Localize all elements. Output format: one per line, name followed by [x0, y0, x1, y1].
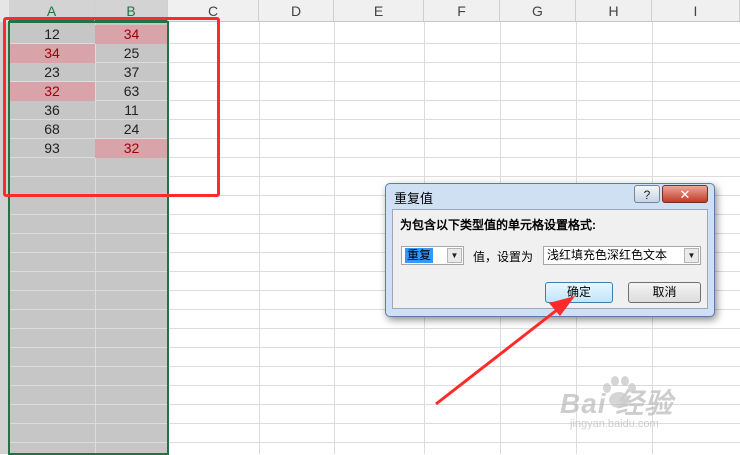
- value-label: 值，设置为: [473, 250, 534, 264]
- grid-line: [334, 22, 335, 454]
- watermark-url: jingyan.baidu.com: [570, 418, 659, 430]
- type-select[interactable]: 重复 ▼: [401, 246, 464, 265]
- watermark-brand: Bai 经验: [560, 388, 674, 419]
- column-header-i[interactable]: I: [652, 0, 740, 22]
- help-button[interactable]: ?: [634, 185, 660, 203]
- format-select[interactable]: 浅红填充色深红色文本 ▼: [543, 246, 701, 265]
- dialog-prompt: 为包含以下类型值的单元格设置格式:: [400, 218, 596, 232]
- grid-line: [9, 442, 740, 443]
- close-button[interactable]: ✕: [662, 185, 708, 203]
- grid-line: [259, 22, 260, 454]
- dialog-body: 为包含以下类型值的单元格设置格式: 重复 ▼ 值，设置为 浅红填充色深红色文本 …: [392, 209, 708, 309]
- duplicate-values-dialog: 重复值 ? ✕ 为包含以下类型值的单元格设置格式: 重复 ▼ 值，设置为 浅红填…: [385, 183, 715, 317]
- chevron-down-icon[interactable]: ▼: [684, 248, 699, 263]
- column-header-h[interactable]: H: [576, 0, 652, 22]
- grid-line: [9, 347, 740, 348]
- column-header-e[interactable]: E: [334, 0, 424, 22]
- annotation-red-box: [3, 17, 220, 197]
- grid-line: [9, 366, 740, 367]
- column-header-g[interactable]: G: [500, 0, 576, 22]
- cancel-button[interactable]: 取消: [628, 282, 701, 303]
- column-header-f[interactable]: F: [424, 0, 500, 22]
- ok-button[interactable]: 确定: [545, 282, 613, 303]
- format-select-value: 浅红填充色深红色文本: [547, 248, 668, 262]
- column-header-d[interactable]: D: [259, 0, 334, 22]
- dialog-title: 重复值: [394, 191, 434, 206]
- type-select-value: 重复: [405, 248, 434, 263]
- grid-line: [9, 328, 740, 329]
- watermark: Bai 经验 jingyan.baidu.com: [560, 370, 730, 440]
- chevron-down-icon[interactable]: ▼: [447, 248, 462, 263]
